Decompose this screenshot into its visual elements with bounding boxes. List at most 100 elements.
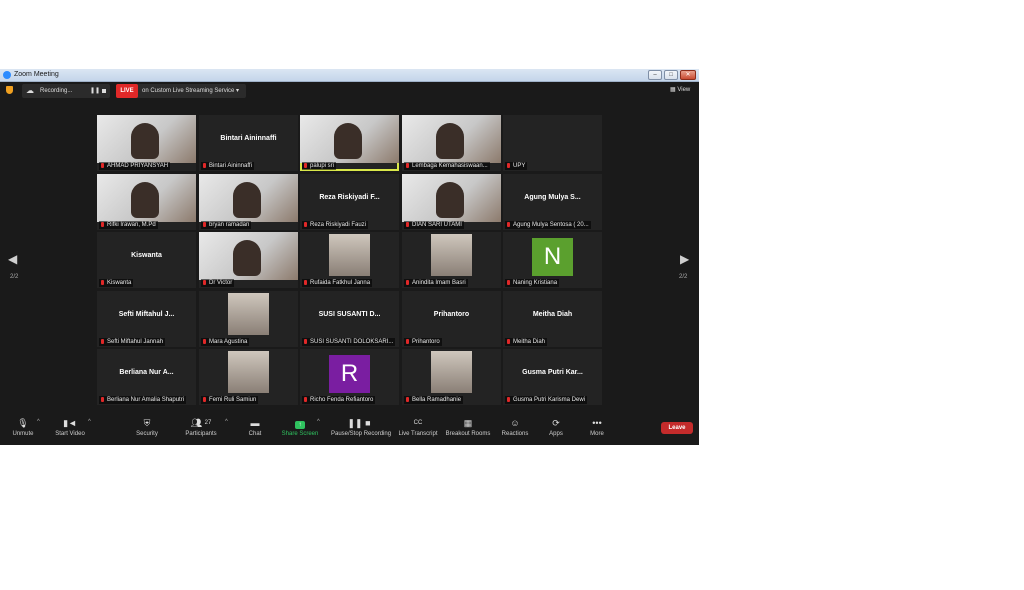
muted-mic-icon	[203, 222, 206, 227]
participant-video	[199, 174, 298, 222]
more-button[interactable]: ••• More	[569, 417, 625, 438]
participant-name-label: Mara Agustina	[201, 338, 250, 346]
security-shield-icon[interactable]	[6, 86, 13, 94]
participant-display-name: SUSI SUSANTI D...	[318, 311, 381, 318]
minimize-button[interactable]: –	[648, 70, 662, 80]
participant-tile[interactable]: SUSI SUSANTI D... SUSI SUSANTI DOLOKSARI.…	[300, 291, 399, 347]
participant-tile[interactable]: Bintari Aininnaffi Bintari Aininnaffi	[199, 115, 298, 171]
title-bar: Zoom Meeting – □ ✕	[0, 69, 699, 82]
participant-name-label: Gusma Putri Karisma Dewi	[505, 396, 588, 404]
participant-tile[interactable]: Reza Riskiyadi F... Reza Riskiyadi Fauzi	[300, 174, 399, 230]
participant-tile[interactable]: bryan ramadan	[199, 174, 298, 230]
pause-stop-label: Pause/Stop Recording	[331, 431, 392, 437]
participant-display-name: Kiswanta	[131, 252, 162, 259]
muted-mic-icon	[406, 163, 409, 168]
participant-tile[interactable]: AHMAD PRIYANSYAH	[97, 115, 196, 171]
participant-silhouette	[131, 182, 159, 218]
participant-name-label: AHMAD PRIYANSYAH	[99, 162, 171, 170]
share-screen-icon: ↑	[295, 421, 305, 429]
participant-video	[97, 115, 196, 163]
participant-name-label: Rufaida Fatkhul Janna	[302, 279, 373, 287]
participant-video	[402, 115, 501, 163]
participant-tile[interactable]: Prihantoro Prihantoro	[402, 291, 501, 347]
live-stream-indicator[interactable]: LIVE on Custom Live Streaming Service ▾	[116, 84, 246, 98]
live-transcript-label: Live Transcript	[398, 431, 438, 437]
maximize-button[interactable]: □	[664, 70, 678, 80]
participant-tile[interactable]: Meitha Diah Meitha Diah	[503, 291, 602, 347]
muted-mic-icon	[101, 222, 104, 227]
participant-silhouette	[233, 240, 261, 276]
participant-tile[interactable]: Agung Mulya S... Agung Mulya Sentosa ( 20…	[503, 174, 602, 230]
previous-page-arrow-icon[interactable]: ◀	[8, 252, 17, 266]
live-badge: LIVE	[116, 84, 138, 98]
muted-mic-icon	[406, 397, 409, 402]
participant-tile[interactable]: Gusma Putri Kar... Gusma Putri Karisma De…	[503, 349, 602, 405]
muted-mic-icon	[203, 397, 206, 402]
participant-tile[interactable]: DIAN SARI UTAMI	[402, 174, 501, 230]
participant-tile[interactable]: Sefti Miftahul J... Sefti Miftahul Jannah	[97, 291, 196, 347]
security-button[interactable]: ⛨ Security	[119, 417, 175, 438]
participant-tile[interactable]: Femi Ruli Samiun	[199, 349, 298, 405]
muted-mic-icon	[304, 163, 307, 168]
audio-options-caret-icon[interactable]: ^	[37, 419, 40, 425]
muted-mic-icon	[101, 163, 104, 168]
muted-mic-icon	[406, 339, 409, 344]
participant-silhouette	[233, 182, 261, 218]
participant-video	[199, 232, 298, 280]
participant-tile[interactable]: Bella Ramadhanie	[402, 349, 501, 405]
participant-display-name: Agung Mulya S...	[524, 194, 581, 201]
participant-avatar: R	[329, 355, 370, 393]
pause-recording-icon[interactable]: ❚❚	[90, 87, 100, 95]
pause-stop-icon: ❚❚ ■	[347, 418, 371, 428]
participant-tile[interactable]: R Richo Fenda Refiantoro	[300, 349, 399, 405]
muted-mic-icon	[203, 163, 206, 168]
share-options-caret-icon[interactable]: ^	[317, 419, 320, 425]
next-page-arrow-icon[interactable]: ▶	[680, 252, 689, 266]
participant-name-label: Berliana Nur Amalia Shaputri	[99, 396, 187, 404]
muted-mic-icon	[406, 222, 409, 227]
stop-recording-icon[interactable]	[102, 89, 106, 93]
participant-tile[interactable]: Lembaga Kemahasiswaan...	[402, 115, 501, 171]
participant-name-label: Kiswanta	[99, 279, 134, 287]
participant-tile[interactable]: Rufaida Fatkhul Janna	[300, 232, 399, 288]
participant-tile[interactable]: Anindita Imam Basri	[402, 232, 501, 288]
participant-tile[interactable]: UPY	[503, 115, 602, 171]
participant-tile[interactable]: N Naning Kristiana	[503, 232, 602, 288]
close-button[interactable]: ✕	[680, 70, 696, 80]
window-title: Zoom Meeting	[14, 71, 59, 78]
participant-tile[interactable]: Kiswanta Kiswanta	[97, 232, 196, 288]
participant-name-label: palupi sri	[302, 162, 337, 170]
people-icon: 👥︎	[190, 418, 203, 428]
chevron-down-icon: ▾	[236, 88, 240, 94]
live-transcript-button[interactable]: CC Live Transcript	[390, 417, 446, 438]
participant-avatar: N	[532, 238, 573, 276]
muted-mic-icon	[203, 280, 206, 285]
participant-video	[300, 115, 399, 163]
more-label: More	[590, 431, 604, 437]
grid-icon: ▦	[670, 87, 676, 93]
participants-button[interactable]: 👥︎ 27 Participants	[173, 417, 229, 438]
participant-tile[interactable]: Rifki Irawan, M.Pd	[97, 174, 196, 230]
video-options-caret-icon[interactable]: ^	[88, 419, 91, 425]
recording-indicator: ☁ Recording... ❚❚	[22, 84, 110, 98]
participant-name-label: Naning Kristiana	[505, 279, 560, 287]
participant-name-label: Prihantoro	[404, 338, 442, 346]
muted-mic-icon	[203, 339, 206, 344]
participant-tile[interactable]: Mara Agustina	[199, 291, 298, 347]
participant-name-label: Femi Ruli Samiun	[201, 396, 259, 404]
participant-name-label: Reza Riskiyadi Fauzi	[302, 221, 369, 229]
pause-stop-recording-button[interactable]: ❚❚ ■ Pause/Stop Recording	[331, 417, 392, 438]
leave-button[interactable]: Leave	[661, 422, 693, 434]
participant-photo	[329, 234, 370, 276]
participant-name-label: Meitha Diah	[505, 338, 548, 346]
more-dots-icon: •••	[592, 418, 602, 428]
muted-mic-icon	[304, 339, 307, 344]
participant-tile[interactable]: palupi sri	[300, 115, 399, 171]
muted-mic-icon	[507, 222, 510, 227]
participant-tile[interactable]: Dr Victor	[199, 232, 298, 288]
muted-mic-icon	[406, 280, 409, 285]
recording-label: Recording...	[40, 88, 73, 94]
participant-name-label: Bintari Aininnaffi	[201, 162, 254, 170]
view-button[interactable]: ▦ View	[670, 86, 690, 94]
participant-tile[interactable]: Berliana Nur A... Berliana Nur Amalia Sha…	[97, 349, 196, 405]
